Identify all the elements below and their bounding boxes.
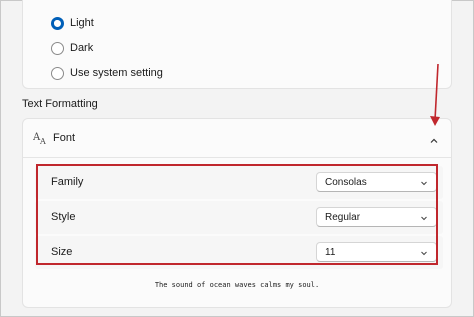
- font-preview-text: The sound of ocean waves calms my soul.: [154, 281, 320, 289]
- setting-label: Size: [51, 246, 73, 258]
- dropdown-value: 11: [325, 247, 336, 258]
- theme-card: Light Dark Use system setting: [22, 0, 452, 89]
- dropdown-value: Regular: [325, 212, 361, 223]
- setting-label: Style: [51, 211, 76, 223]
- radio-button[interactable]: [51, 66, 64, 80]
- radio-dark[interactable]: Dark: [51, 38, 93, 58]
- radio-light[interactable]: Light: [51, 13, 94, 33]
- dropdown-value: Consolas: [325, 177, 367, 188]
- font-expander-header[interactable]: A A Font: [23, 119, 451, 157]
- font-card: A A Font Family Consolas Style Regular S…: [22, 118, 452, 308]
- chevron-down-icon: [420, 249, 428, 257]
- radio-label: Light: [70, 17, 94, 29]
- family-dropdown[interactable]: Consolas: [316, 172, 437, 192]
- divider: [23, 157, 451, 158]
- setting-row-family: Family Consolas: [35, 166, 443, 199]
- annotation-arrow-icon: [430, 63, 440, 126]
- font-title: Font: [53, 132, 76, 144]
- radio-label: Dark: [70, 42, 94, 54]
- chevron-up-icon[interactable]: [429, 133, 439, 143]
- section-title: Text Formatting: [22, 98, 98, 110]
- setting-label: Family: [51, 176, 84, 188]
- chevron-down-icon: [420, 179, 428, 187]
- svg-text:A: A: [39, 137, 46, 146]
- radio-system[interactable]: Use system setting: [51, 63, 163, 83]
- setting-row-style: Style Regular: [35, 201, 443, 234]
- chevron-down-icon: [420, 214, 428, 222]
- style-dropdown[interactable]: Regular: [316, 207, 437, 227]
- setting-row-size: Size 11: [35, 236, 443, 269]
- radio-label: Use system setting: [70, 67, 163, 79]
- font-icon: A A: [32, 130, 49, 146]
- radio-button[interactable]: [51, 41, 64, 55]
- size-dropdown[interactable]: 11: [316, 242, 437, 262]
- radio-button-checked[interactable]: [51, 16, 64, 30]
